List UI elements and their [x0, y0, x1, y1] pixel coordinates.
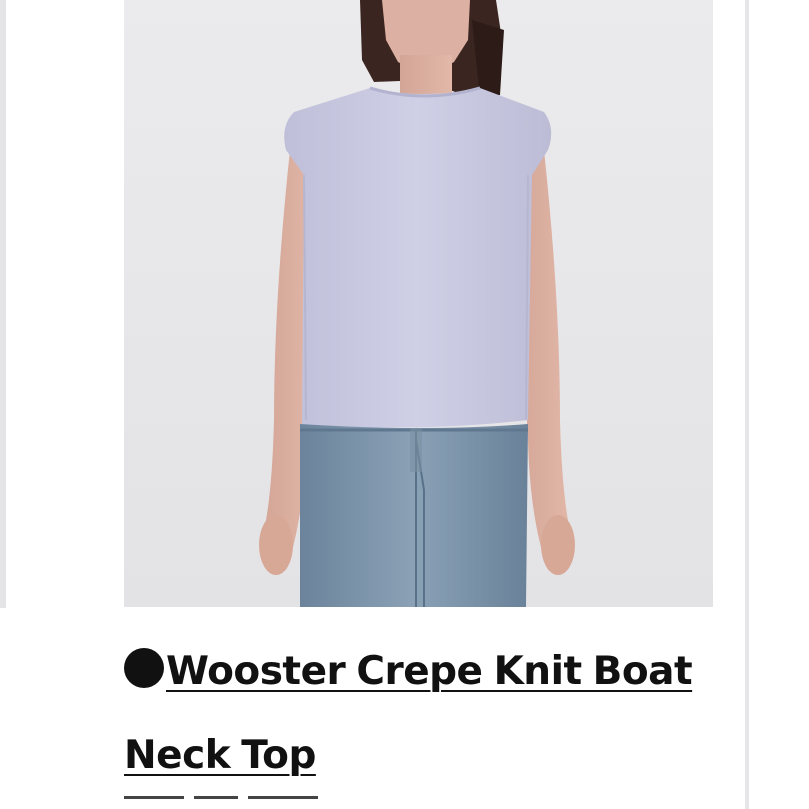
black-circle-bullet-icon	[124, 648, 164, 688]
product-title-link[interactable]: Wooster Crepe Knit Boat Neck Top	[124, 630, 724, 798]
left-edge-divider	[0, 0, 6, 608]
product-title-text: Wooster Crepe Knit Boat Neck Top	[124, 649, 693, 778]
cut-off-text-line	[124, 796, 354, 809]
product-page: Wooster Crepe Knit Boat Neck Top	[0, 0, 809, 809]
right-edge-divider	[745, 0, 749, 809]
product-photo[interactable]	[124, 0, 713, 607]
